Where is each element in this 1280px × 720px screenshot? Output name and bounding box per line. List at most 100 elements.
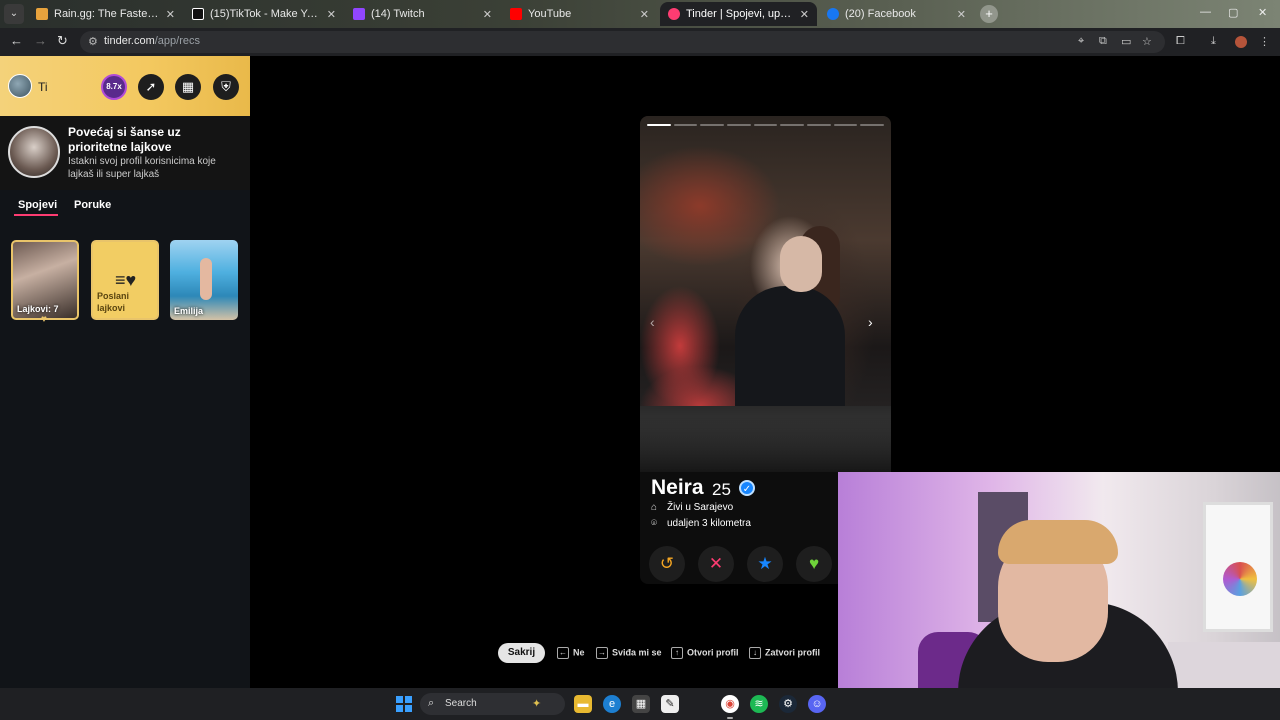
- tab-tinder[interactable]: Tinder | Spojevi, upoznavanje p ✕: [660, 2, 817, 26]
- hint-nope: ← Ne: [557, 647, 585, 659]
- windows-taskbar: ⌕ Search ✦ ▬ e ▦ ✎ ◉ ≋ ⚙ ☺: [0, 688, 1280, 720]
- photo-progress-segment: [647, 124, 671, 126]
- maximize-icon[interactable]: ▢: [1228, 6, 1238, 19]
- tab-title: (14) Twitch: [371, 8, 425, 20]
- promo-subtitle: Istakni svoj profil korisnicima koje laj…: [68, 156, 216, 180]
- tab-tiktok[interactable]: (15)TikTok - Make Your Day ✕: [184, 2, 344, 26]
- briefcase-icon[interactable]: ▦: [175, 74, 201, 100]
- explore-compass-icon[interactable]: ➚: [138, 74, 164, 100]
- match-card[interactable]: Emilija: [170, 240, 238, 320]
- chrome-active-indicator: [727, 717, 733, 719]
- distance-text: udaljen 3 kilometra: [667, 518, 751, 529]
- close-icon[interactable]: ✕: [640, 8, 649, 21]
- tiktok-icon: [192, 8, 204, 20]
- steam-icon[interactable]: ⚙: [779, 695, 797, 713]
- sent-likes-card[interactable]: ≡♥ Poslani lajkovi: [91, 240, 159, 320]
- card-icon[interactable]: ▭: [1121, 35, 1131, 48]
- lives-in-text: Živi u Sarajevo: [667, 502, 734, 513]
- url-path: /app/recs: [154, 35, 200, 47]
- arrow-right-key-icon: →: [596, 647, 608, 659]
- profile-avatar[interactable]: [1235, 36, 1247, 48]
- tab-youtube[interactable]: YouTube ✕: [502, 2, 657, 26]
- forward-icon[interactable]: →: [34, 33, 47, 48]
- home-icon: ⌂: [651, 502, 658, 513]
- photo-progress: [647, 124, 885, 126]
- profile-location: ⌂ Živi u Sarajevo: [651, 502, 733, 513]
- user-avatar[interactable]: [8, 74, 32, 98]
- menu-icon[interactable]: ⋮: [1259, 35, 1270, 48]
- boost-badge: 8.7x: [106, 82, 122, 91]
- minimize-icon[interactable]: —: [1200, 6, 1211, 18]
- tab-search-button[interactable]: ⌄: [4, 4, 24, 24]
- photo-progress-segment: [780, 124, 805, 126]
- promo-avatar: [8, 126, 60, 178]
- search-highlight-icon: ✦: [532, 698, 542, 710]
- shield-icon[interactable]: ⛨: [213, 74, 239, 100]
- window-close-icon[interactable]: ✕: [1258, 6, 1267, 19]
- close-icon[interactable]: ✕: [957, 8, 966, 21]
- extensions-icon[interactable]: ⧠: [1176, 35, 1185, 48]
- taskbar-search[interactable]: ⌕ Search ✦: [420, 693, 565, 715]
- youtube-icon: [510, 8, 522, 20]
- store-icon[interactable]: ▦: [632, 695, 650, 713]
- photo-progress-segment: [807, 124, 831, 126]
- back-icon[interactable]: ←: [10, 33, 23, 48]
- close-icon[interactable]: ✕: [483, 8, 492, 21]
- location-icon[interactable]: ⌖: [1078, 35, 1084, 48]
- install-app-icon[interactable]: ⧉: [1099, 35, 1107, 48]
- profile-distance: ⌾ udaljen 3 kilometra: [651, 518, 751, 529]
- chrome-icon[interactable]: ◉: [721, 695, 739, 713]
- edge-icon[interactable]: e: [603, 695, 621, 713]
- spotify-icon[interactable]: ≋: [750, 695, 768, 713]
- likes-card[interactable]: Lajkovi: 7: [11, 240, 79, 320]
- chevron-right-icon[interactable]: ›: [868, 314, 873, 330]
- address-bar[interactable]: ⚙ tinder.com/app/recs: [80, 31, 1165, 53]
- file-explorer-icon[interactable]: ▬: [574, 695, 592, 713]
- rewind-button[interactable]: ↺: [649, 546, 685, 582]
- tab-rain[interactable]: Rain.gg: The Fastest Growing C ✕: [28, 2, 183, 26]
- windows-start-icon[interactable]: [396, 696, 412, 712]
- hint-label: Otvori profil: [687, 647, 739, 658]
- tab-title: Rain.gg: The Fastest Growing C: [54, 8, 160, 20]
- tab-messages[interactable]: Poruke: [74, 199, 111, 211]
- chevron-left-icon[interactable]: ‹: [650, 314, 655, 330]
- webcam-mirror: [1223, 562, 1257, 596]
- site-info-icon[interactable]: ⚙: [88, 35, 98, 48]
- user-label[interactable]: Ti: [38, 80, 48, 94]
- boost-button[interactable]: 8.7x: [101, 74, 127, 100]
- hide-hints-button[interactable]: Sakrij: [498, 643, 545, 663]
- profile-photo[interactable]: ‹ ›: [640, 116, 891, 476]
- discord-icon[interactable]: ☺: [808, 695, 826, 713]
- match-photo: [200, 258, 212, 300]
- notes-icon[interactable]: ✎: [661, 695, 679, 713]
- twitch-icon: [353, 8, 365, 20]
- verified-badge-icon: ✓: [739, 480, 755, 496]
- tab-twitch[interactable]: (14) Twitch ✕: [345, 2, 500, 26]
- sidebar: Ti 8.7x ➚ ▦ ⛨ Povećaj si šanse uz priori…: [0, 56, 250, 688]
- photo-face: [780, 236, 822, 292]
- tab-matches[interactable]: Spojevi: [18, 199, 57, 211]
- download-icon[interactable]: ⤓: [1211, 35, 1216, 48]
- browser-toolbar: ← → ↻ ⚙ tinder.com/app/recs ⌖ ⧉ ▭ ☆ ⧠ ⤓ …: [0, 28, 1280, 56]
- reload-icon[interactable]: ↻: [57, 33, 68, 49]
- nope-button[interactable]: ✕: [698, 546, 734, 582]
- rain-icon: [36, 8, 48, 20]
- super-like-button[interactable]: ★: [747, 546, 783, 582]
- new-tab-button[interactable]: +: [980, 5, 998, 23]
- browser-tab-strip: ⌄ Rain.gg: The Fastest Growing C ✕ (15)T…: [0, 0, 1280, 28]
- promo-title: Povećaj si šanse uz prioritetne lajkove: [68, 125, 181, 154]
- tab-facebook[interactable]: (20) Facebook ✕: [819, 2, 974, 26]
- close-icon[interactable]: ✕: [800, 8, 809, 21]
- gold-heart-icon: ♥: [41, 314, 47, 325]
- facebook-icon: [827, 8, 839, 20]
- photo-progress-segment: [753, 124, 778, 126]
- likes-count-label: Lajkovi: 7: [17, 304, 59, 314]
- close-icon[interactable]: ✕: [327, 8, 336, 21]
- priority-likes-promo[interactable]: Povećaj si šanse uz prioritetne lajkove …: [0, 116, 250, 190]
- photo-progress-segment: [860, 124, 885, 126]
- bookmark-star-icon[interactable]: ☆: [1142, 35, 1152, 48]
- photo-progress-segment: [833, 124, 858, 126]
- search-label: Search: [445, 698, 477, 709]
- like-button[interactable]: ♥: [796, 546, 832, 582]
- close-icon[interactable]: ✕: [166, 8, 175, 21]
